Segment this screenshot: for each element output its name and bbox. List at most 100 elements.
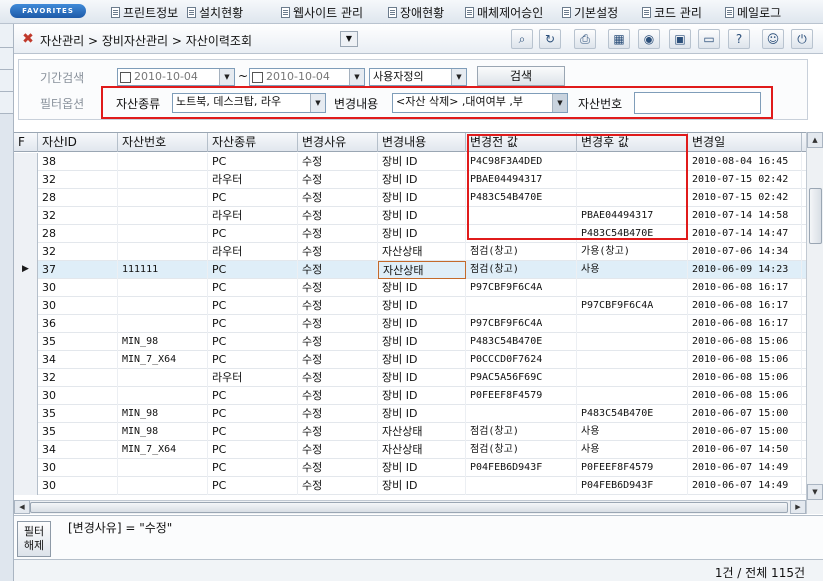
cell-asset-id[interactable]: 30 <box>38 387 118 405</box>
row-header[interactable] <box>14 171 38 189</box>
cell-after-value[interactable]: P483C54B470E <box>577 405 688 423</box>
cell-change-content[interactable]: 장비 ID <box>378 315 466 333</box>
cell-change-reason[interactable]: 수정 <box>298 333 378 351</box>
cell-asset-id[interactable]: 32 <box>38 207 118 225</box>
cell-change-content[interactable]: 장비 ID <box>378 405 466 423</box>
cell-asset-type[interactable]: PC <box>208 333 298 351</box>
cell-asset-type[interactable]: PC <box>208 153 298 171</box>
cell-after-value[interactable] <box>577 387 688 405</box>
table-row[interactable]: 32 라우터 수정 장비 ID PBAE04494317 2010-07-15 02:42… <box>14 171 823 189</box>
cell-asset-number[interactable] <box>118 315 208 333</box>
table-row[interactable]: 30PC수정장비 IDP04FEB6D943F2010-06-07 14:492 <box>14 477 823 495</box>
date-to-field[interactable]: 2010-10-04 ▼ <box>249 68 365 86</box>
horizontal-scroll-thumb[interactable] <box>30 502 788 513</box>
cell-change-reason[interactable]: 수정 <box>298 279 378 297</box>
cell-asset-type[interactable]: 라우터 <box>208 207 298 225</box>
cell-before-value[interactable]: P97CBF9F6C4A <box>466 279 577 297</box>
cell-after-value[interactable] <box>577 315 688 333</box>
favorite-item-print-info[interactable]: 프린트정보 <box>111 4 178 20</box>
user-icon[interactable]: ☺ <box>762 29 784 49</box>
cell-asset-number[interactable] <box>118 153 208 171</box>
period-type-select[interactable]: 사용자정의 ▼ <box>369 68 467 86</box>
table-row[interactable]: ▶ 37 111111 PC 수정 자산상태 점검(창고) 사용 2010-06-09 14:2… <box>14 261 823 279</box>
cell-asset-number[interactable] <box>118 225 208 243</box>
cell-after-value[interactable]: 사용 <box>577 261 688 279</box>
table-row[interactable]: 35 MIN_98 PC 수정 자산상태 점검(창고) 사용 2010-06-07 15:00 <box>14 423 823 441</box>
table-row[interactable]: 34 MIN_7_X64 PC 수정 자산상태 점검(창고) 사용 2010-06-07 14… <box>14 441 823 459</box>
cell-change-date[interactable]: 2010-06-07 15:00 <box>688 423 802 441</box>
table-row[interactable]: 36PC수정장비 IDP97CBF9F6C4A2010-06-08 16:172 <box>14 315 823 333</box>
cell-asset-id[interactable]: 28 <box>38 189 118 207</box>
cell-change-content[interactable]: 장비 ID <box>378 189 466 207</box>
horizontal-scrollbar[interactable]: ◀ ▶ <box>14 500 806 514</box>
cell-after-value[interactable]: P0FEEF8F4579 <box>577 459 688 477</box>
left-tab[interactable] <box>0 92 13 114</box>
cell-change-content[interactable]: 장비 ID <box>378 171 466 189</box>
cell-change-content[interactable]: 자산상태 <box>378 441 466 459</box>
cell-asset-number[interactable] <box>118 171 208 189</box>
cell-asset-number[interactable] <box>118 477 208 495</box>
cell-asset-id[interactable]: 35 <box>38 405 118 423</box>
cell-asset-id[interactable]: 34 <box>38 441 118 459</box>
cell-asset-number[interactable]: MIN_7_X64 <box>118 351 208 369</box>
cell-before-value[interactable] <box>466 207 577 225</box>
cell-asset-id[interactable]: 35 <box>38 333 118 351</box>
cell-change-date[interactable]: 2010-07-14 14:47 <box>688 225 802 243</box>
favorite-item-install-status[interactable]: 설치현황 <box>187 4 243 20</box>
cell-asset-number[interactable]: MIN_7_X64 <box>118 441 208 459</box>
cell-asset-id[interactable]: 30 <box>38 477 118 495</box>
cell-after-value[interactable] <box>577 333 688 351</box>
vertical-scroll-thumb[interactable] <box>809 188 822 244</box>
cell-change-reason[interactable]: 수정 <box>298 207 378 225</box>
excel-icon[interactable]: ▦ <box>608 29 630 49</box>
cell-change-content[interactable]: 장비 ID <box>378 279 466 297</box>
cell-change-date[interactable]: 2010-06-08 15:06 <box>688 333 802 351</box>
cell-asset-id[interactable]: 35 <box>38 423 118 441</box>
table-row[interactable]: 30 PC 수정 장비 ID P04FEB6D943F P0FEEF8F4579 2010-… <box>14 459 823 477</box>
table-row[interactable]: 28PC수정장비 IDP483C54B470E2010-07-15 02:422 <box>14 189 823 207</box>
row-header[interactable] <box>14 369 38 387</box>
cell-change-reason[interactable]: 수정 <box>298 315 378 333</box>
table-row[interactable]: 30PC수정장비 IDP97CBF9F6C4A2010-06-08 16:172 <box>14 279 823 297</box>
cell-asset-number[interactable] <box>118 279 208 297</box>
favorite-item-code-mgmt[interactable]: 코드 관리 <box>642 4 702 20</box>
chevron-down-icon[interactable]: ▼ <box>310 94 325 112</box>
cell-asset-type[interactable]: 라우터 <box>208 243 298 261</box>
cell-change-date[interactable]: 2010-06-08 16:17 <box>688 315 802 333</box>
search-icon[interactable]: ⌕ <box>511 29 533 49</box>
cell-asset-number[interactable] <box>118 207 208 225</box>
chevron-down-icon[interactable]: ▼ <box>451 69 466 85</box>
cell-after-value[interactable] <box>577 279 688 297</box>
clear-filter-button[interactable]: 필터 해제 <box>17 521 51 557</box>
cell-change-content[interactable]: 장비 ID <box>378 351 466 369</box>
cell-change-reason[interactable]: 수정 <box>298 243 378 261</box>
cell-change-content[interactable]: 장비 ID <box>378 477 466 495</box>
date-from-checkbox[interactable] <box>120 71 131 83</box>
table-row[interactable]: 35 MIN_98 PC 수정 장비 ID P483C54B470E 2010-06-07 … <box>14 405 823 423</box>
search-button[interactable]: 검색 <box>477 66 565 86</box>
cell-asset-number[interactable]: MIN_98 <box>118 333 208 351</box>
cell-asset-type[interactable]: PC <box>208 297 298 315</box>
cell-after-value[interactable]: P483C54B470E <box>577 225 688 243</box>
cell-asset-type[interactable]: PC <box>208 477 298 495</box>
table-row[interactable]: 32 라우터 수정 자산상태 점검(창고) 가용(창고) 2010-07-06 14:34 <box>14 243 823 261</box>
favorite-item-failure-status[interactable]: 장애현황 <box>388 4 444 20</box>
cell-asset-id[interactable]: 28 <box>38 225 118 243</box>
exit-icon[interactable]: ⏻ <box>791 29 813 49</box>
print-icon[interactable]: ⎙ <box>574 29 596 49</box>
chevron-down-icon[interactable]: ▼ <box>340 31 358 47</box>
cell-asset-number[interactable] <box>118 189 208 207</box>
cell-change-content[interactable]: 장비 ID <box>378 153 466 171</box>
cell-change-reason[interactable]: 수정 <box>298 459 378 477</box>
cell-before-value[interactable]: P04FEB6D943F <box>466 459 577 477</box>
column-header-asset-type[interactable]: 자산종류 <box>208 133 298 152</box>
vertical-scrollbar[interactable]: ▲ ▼ <box>806 132 823 514</box>
table-row[interactable]: 32 라우터 수정 장비 ID PBAE04494317 2010-07-14 14:58… <box>14 207 823 225</box>
cell-change-reason[interactable]: 수정 <box>298 171 378 189</box>
cell-after-value[interactable] <box>577 369 688 387</box>
cell-change-content[interactable]: 장비 ID <box>378 387 466 405</box>
cell-change-date[interactable]: 2010-07-14 14:58 <box>688 207 802 225</box>
change-content-select[interactable]: <자산 삭제> ,대여여부 ,부 ▼ <box>392 93 568 113</box>
row-header[interactable] <box>14 333 38 351</box>
favorite-item-media-control[interactable]: 매체제어승인 <box>465 4 543 20</box>
